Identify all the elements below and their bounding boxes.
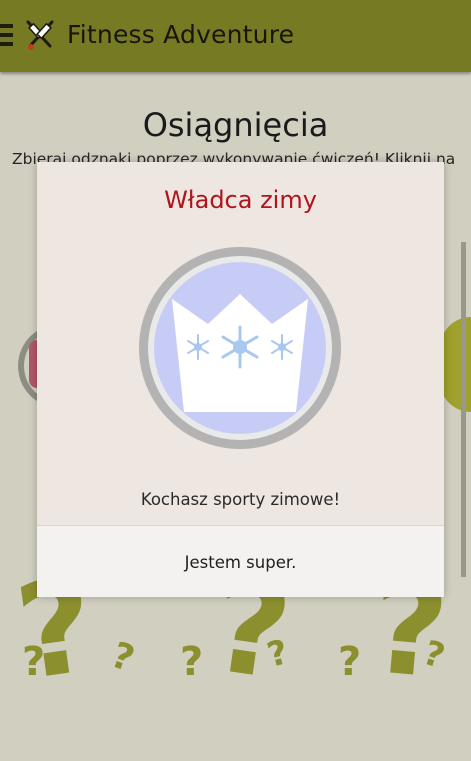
locked-badge-small-question-mark: ?: [338, 639, 362, 685]
locked-badge-small-question-mark: ?: [22, 639, 46, 685]
locked-badge-small-question-mark: ?: [105, 634, 140, 681]
dialog-title: Władca zimy: [164, 186, 317, 214]
dialog-footer: Jestem super.: [37, 525, 444, 597]
snowflake-crown-icon: [139, 247, 341, 449]
crossed-swords-icon[interactable]: [24, 18, 56, 52]
page-title: Osiągnięcia: [142, 106, 329, 144]
confirm-button[interactable]: Jestem super.: [37, 526, 444, 598]
badge-partial-right[interactable]: [440, 317, 471, 412]
app-title: Fitness Adventure: [67, 20, 295, 49]
achievement-dialog: Władca zimy Kochasz sporty zimowe! Jeste…: [37, 162, 444, 597]
scrollbar[interactable]: [461, 242, 466, 577]
action-bar: Fitness Adventure: [0, 0, 471, 72]
hamburger-menu-icon[interactable]: [0, 24, 13, 46]
locked-badge-small-question-mark: ?: [180, 639, 204, 685]
dialog-message: Kochasz sporty zimowe!: [140, 490, 341, 509]
